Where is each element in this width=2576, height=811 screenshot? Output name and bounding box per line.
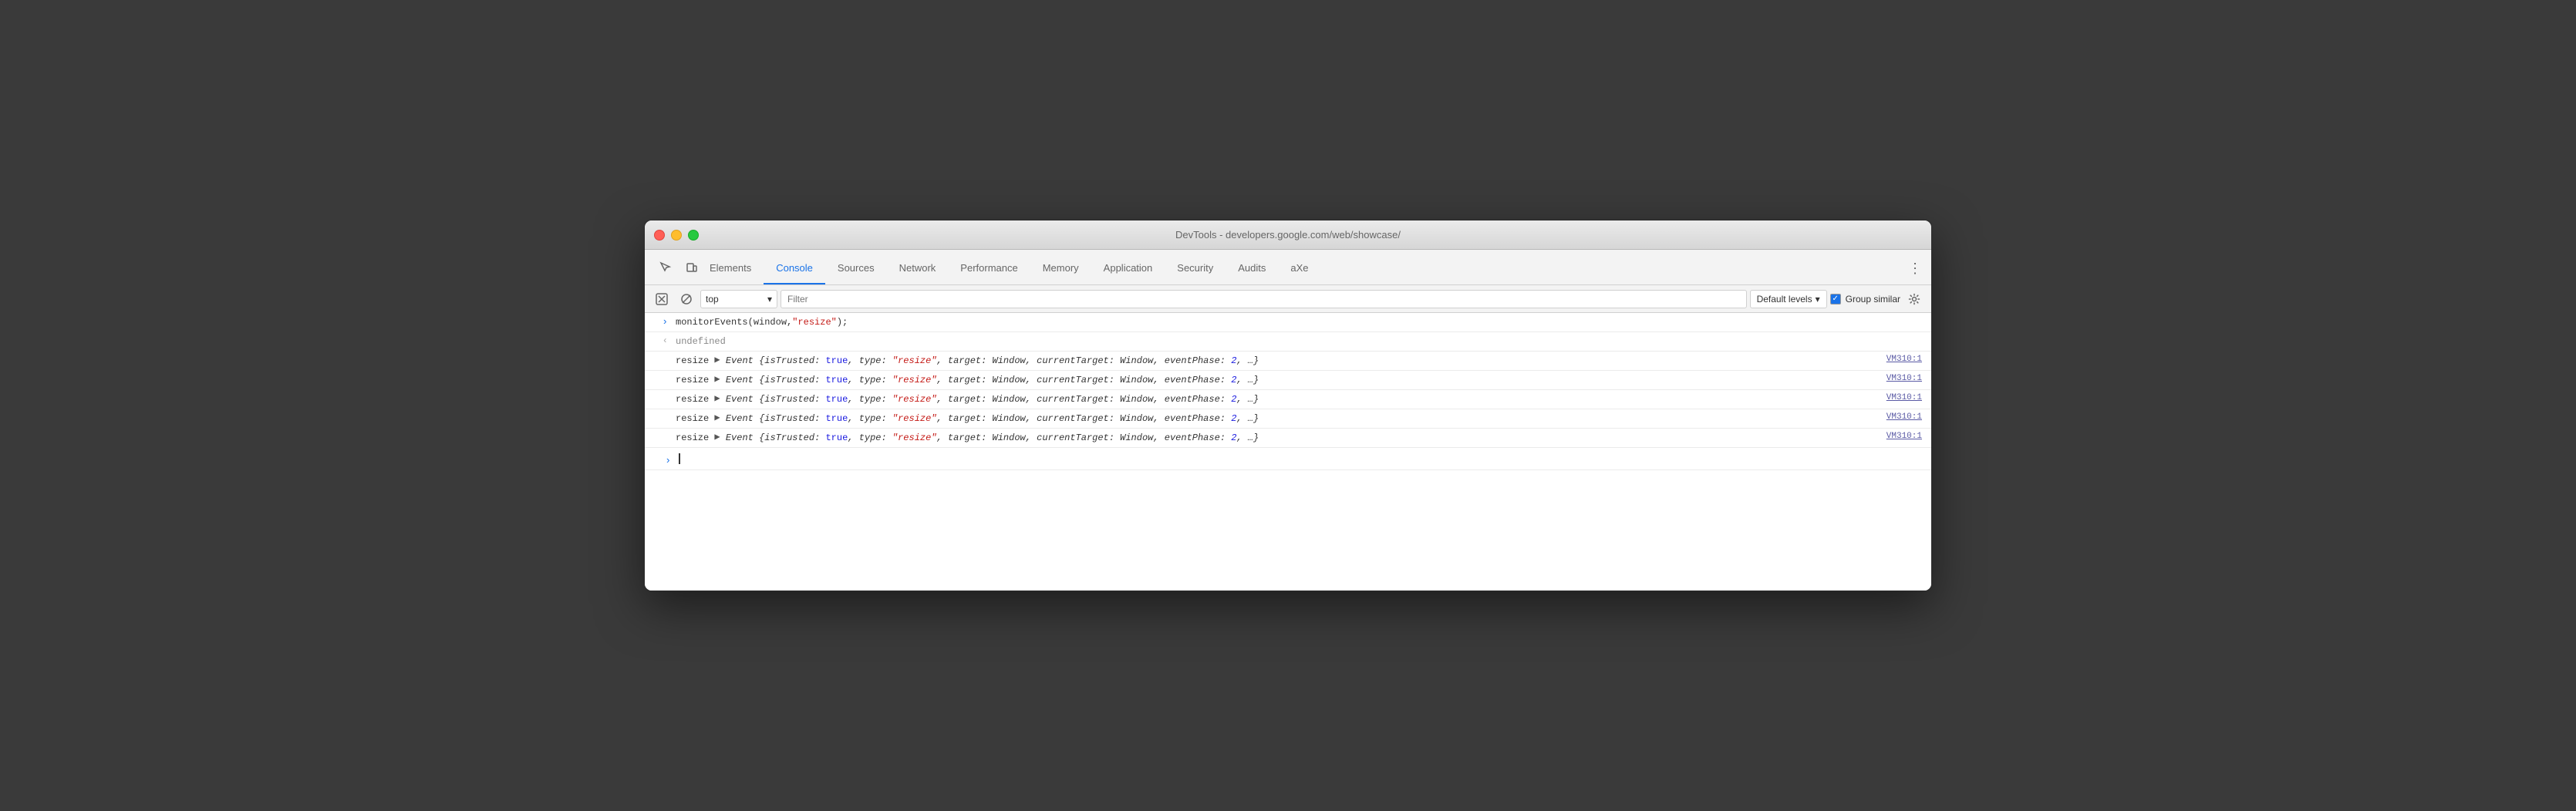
window-title: DevTools - developers.google.com/web/sho… <box>1175 229 1401 241</box>
close-button[interactable] <box>654 230 665 241</box>
console-content-undefined: undefined <box>673 332 1931 351</box>
console-gutter-undefined: ‹ <box>645 332 673 351</box>
group-similar-checkbox[interactable] <box>1830 294 1841 305</box>
console-row-input: › monitorEvents(window, "resize"); <box>645 313 1931 332</box>
expand-event-5-icon[interactable]: ▶ <box>714 431 720 443</box>
tab-elements[interactable]: Elements <box>697 252 764 284</box>
tab-memory[interactable]: Memory <box>1030 252 1091 284</box>
console-row-event-4: resize ▶ Event {isTrusted: true, type: "… <box>645 409 1931 429</box>
tab-bar: Elements Console Sources Network Perform… <box>645 250 1931 285</box>
expand-event-4-icon[interactable]: ▶ <box>714 412 720 423</box>
console-content-event-3: resize ▶ Event {isTrusted: true, type: "… <box>673 390 1883 409</box>
console-row-event-3: resize ▶ Event {isTrusted: true, type: "… <box>645 390 1931 409</box>
minimize-button[interactable] <box>671 230 682 241</box>
console-gutter-event-1 <box>645 352 673 370</box>
settings-button[interactable] <box>1903 288 1925 310</box>
console-content-event-1: resize ▶ Event {isTrusted: true, type: "… <box>673 352 1883 370</box>
console-gutter-event-5 <box>645 429 673 447</box>
console-row-event-1: resize ▶ Event {isTrusted: true, type: "… <box>645 352 1931 371</box>
console-link-1[interactable]: VM310:1 <box>1883 352 1931 366</box>
console-toolbar: top ▾ Default levels ▾ Group similar <box>645 285 1931 313</box>
levels-chevron-icon: ▾ <box>1816 294 1820 305</box>
console-content-event-5: resize ▶ Event {isTrusted: true, type: "… <box>673 429 1883 447</box>
devtools-body: Elements Console Sources Network Perform… <box>645 250 1931 591</box>
console-prompt-gutter: › <box>648 452 676 466</box>
console-gutter-event-3 <box>645 390 673 409</box>
console-content-event-4: resize ▶ Event {isTrusted: true, type: "… <box>673 409 1883 428</box>
console-link-5[interactable]: VM310:1 <box>1883 429 1931 443</box>
console-row-undefined: ‹ undefined <box>645 332 1931 352</box>
log-levels-button[interactable]: Default levels ▾ <box>1750 290 1827 308</box>
console-filter-input[interactable] <box>781 290 1747 308</box>
tab-network[interactable]: Network <box>887 252 949 284</box>
tab-security[interactable]: Security <box>1165 252 1226 284</box>
tab-application[interactable]: Application <box>1091 252 1165 284</box>
console-row-event-2: resize ▶ Event {isTrusted: true, type: "… <box>645 371 1931 390</box>
console-input-area[interactable] <box>676 451 1928 466</box>
tabs-list: Elements Console Sources Network Perform… <box>645 250 1931 284</box>
console-gutter-input: › <box>645 313 673 331</box>
console-gutter-event-4 <box>645 409 673 428</box>
console-link-3[interactable]: VM310:1 <box>1883 390 1931 405</box>
traffic-lights <box>654 230 699 241</box>
console-prompt-row[interactable]: › <box>645 448 1931 470</box>
expand-event-2-icon[interactable]: ▶ <box>714 373 720 385</box>
tab-sources[interactable]: Sources <box>825 252 887 284</box>
console-output: › monitorEvents(window, "resize"); ‹ und… <box>645 313 1931 591</box>
console-link-4[interactable]: VM310:1 <box>1883 409 1931 424</box>
console-row-event-5: resize ▶ Event {isTrusted: true, type: "… <box>645 429 1931 448</box>
group-similar-label[interactable]: Group similar <box>1830 294 1900 305</box>
more-tabs-button[interactable]: ⋮ <box>1899 252 1931 284</box>
console-gutter-event-2 <box>645 371 673 389</box>
expand-event-1-icon[interactable]: ▶ <box>714 354 720 365</box>
tab-performance[interactable]: Performance <box>948 252 1030 284</box>
console-content-input: monitorEvents(window, "resize"); <box>673 313 1931 331</box>
tab-console[interactable]: Console <box>764 252 825 284</box>
titlebar: DevTools - developers.google.com/web/sho… <box>645 220 1931 250</box>
maximize-button[interactable] <box>688 230 699 241</box>
console-link-2[interactable]: VM310:1 <box>1883 371 1931 385</box>
chevron-down-icon: ▾ <box>767 294 772 305</box>
execution-context-select[interactable]: top ▾ <box>700 290 777 308</box>
cursor <box>679 453 680 464</box>
device-toolbar-button[interactable] <box>680 256 703 279</box>
tab-audits[interactable]: Audits <box>1226 252 1278 284</box>
console-content-event-2: resize ▶ Event {isTrusted: true, type: "… <box>673 371 1883 389</box>
inspect-element-button[interactable] <box>654 256 677 279</box>
tab-bar-left-icons <box>654 250 703 285</box>
tab-axe[interactable]: aXe <box>1278 252 1320 284</box>
expand-event-3-icon[interactable]: ▶ <box>714 392 720 404</box>
clear-console-button[interactable] <box>651 288 673 310</box>
block-requests-button[interactable] <box>676 288 697 310</box>
devtools-window: DevTools - developers.google.com/web/sho… <box>644 220 1932 591</box>
